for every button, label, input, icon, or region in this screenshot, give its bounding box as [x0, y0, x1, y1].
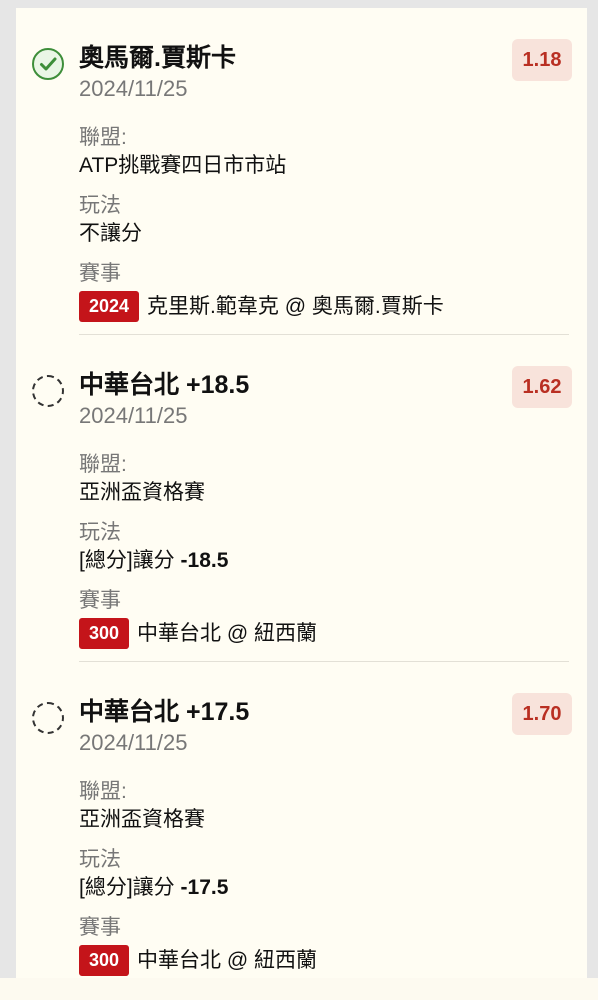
event-row: 2024 克里斯.範韋克 @ 奧馬爾.賈斯卡 [79, 290, 444, 322]
league-label: 聯盟: [79, 453, 127, 476]
bet-selection: 中華台北 +17.5 [79, 696, 249, 728]
event-tag: 2024 [79, 290, 140, 322]
league-label: 聯盟: [79, 126, 127, 149]
dashed-circle-icon[interactable] [32, 375, 64, 407]
league-label: 聯盟: [79, 780, 127, 803]
selection-name: 中華台北 [79, 698, 180, 726]
event-matchup: 中華台北 @ 紐西蘭 [137, 621, 318, 645]
event-matchup: 中華台北 @ 紐西蘭 [137, 948, 318, 972]
event-row: 300 中華台北 @ 紐西蘭 [79, 944, 317, 976]
play-label: 玩法 [79, 194, 121, 217]
bet-selection: 中華台北 +18.5 [79, 369, 249, 401]
event-label: 賽事 [79, 262, 121, 285]
play-type: 不讓分 [79, 222, 142, 245]
play-handicap: -17.5 [180, 876, 229, 899]
odds-badge[interactable]: 1.62 [512, 366, 572, 408]
event-tag: 300 [79, 617, 130, 649]
play-value: [總分]讓分 -18.5 [79, 548, 228, 574]
bet-selection: 奧馬爾.賈斯卡 [79, 42, 236, 74]
league-value: 亞洲盃資格賽 [79, 808, 205, 831]
play-value: [總分]讓分 -17.5 [79, 875, 228, 901]
bottom-strip [0, 978, 598, 1000]
bet-date: 2024/11/25 [79, 76, 188, 101]
event-label: 賽事 [79, 916, 121, 939]
play-label: 玩法 [79, 848, 121, 871]
selection-name: 中華台北 [79, 371, 180, 399]
play-handicap: -18.5 [180, 549, 229, 572]
event-matchup: 克里斯.範韋克 @ 奧馬爾.賈斯卡 [147, 294, 444, 318]
league-value: 亞洲盃資格賽 [79, 481, 205, 504]
play-type: [總分]讓分 [79, 876, 175, 899]
selection-line: +17.5 [185, 698, 250, 726]
league-value: ATP挑戰賽四日市市站 [79, 154, 287, 177]
bet-item: 中華台北 +17.5 2024/11/25 1.70 聯盟: 亞洲盃資格賽 玩法… [16, 662, 587, 978]
event-label: 賽事 [79, 589, 121, 612]
event-tag: 300 [79, 944, 130, 976]
bet-slip-panel: 奧馬爾.賈斯卡 2024/11/25 1.18 聯盟: ATP挑戰賽四日市市站 … [16, 8, 587, 978]
bet-date: 2024/11/25 [79, 403, 188, 428]
bet-item: 奧馬爾.賈斯卡 2024/11/25 1.18 聯盟: ATP挑戰賽四日市市站 … [16, 8, 587, 335]
dashed-circle-icon[interactable] [32, 702, 64, 734]
check-circle-icon[interactable] [32, 48, 64, 80]
selection-name: 奧馬爾.賈斯卡 [79, 44, 236, 72]
odds-badge[interactable]: 1.70 [512, 693, 572, 735]
bet-date: 2024/11/25 [79, 730, 188, 755]
odds-badge[interactable]: 1.18 [512, 39, 572, 81]
selection-line: +18.5 [185, 371, 250, 399]
event-row: 300 中華台北 @ 紐西蘭 [79, 617, 317, 649]
play-type: [總分]讓分 [79, 549, 175, 572]
bet-item: 中華台北 +18.5 2024/11/25 1.62 聯盟: 亞洲盃資格賽 玩法… [16, 335, 587, 662]
play-value: 不讓分 [79, 221, 142, 247]
play-label: 玩法 [79, 521, 121, 544]
